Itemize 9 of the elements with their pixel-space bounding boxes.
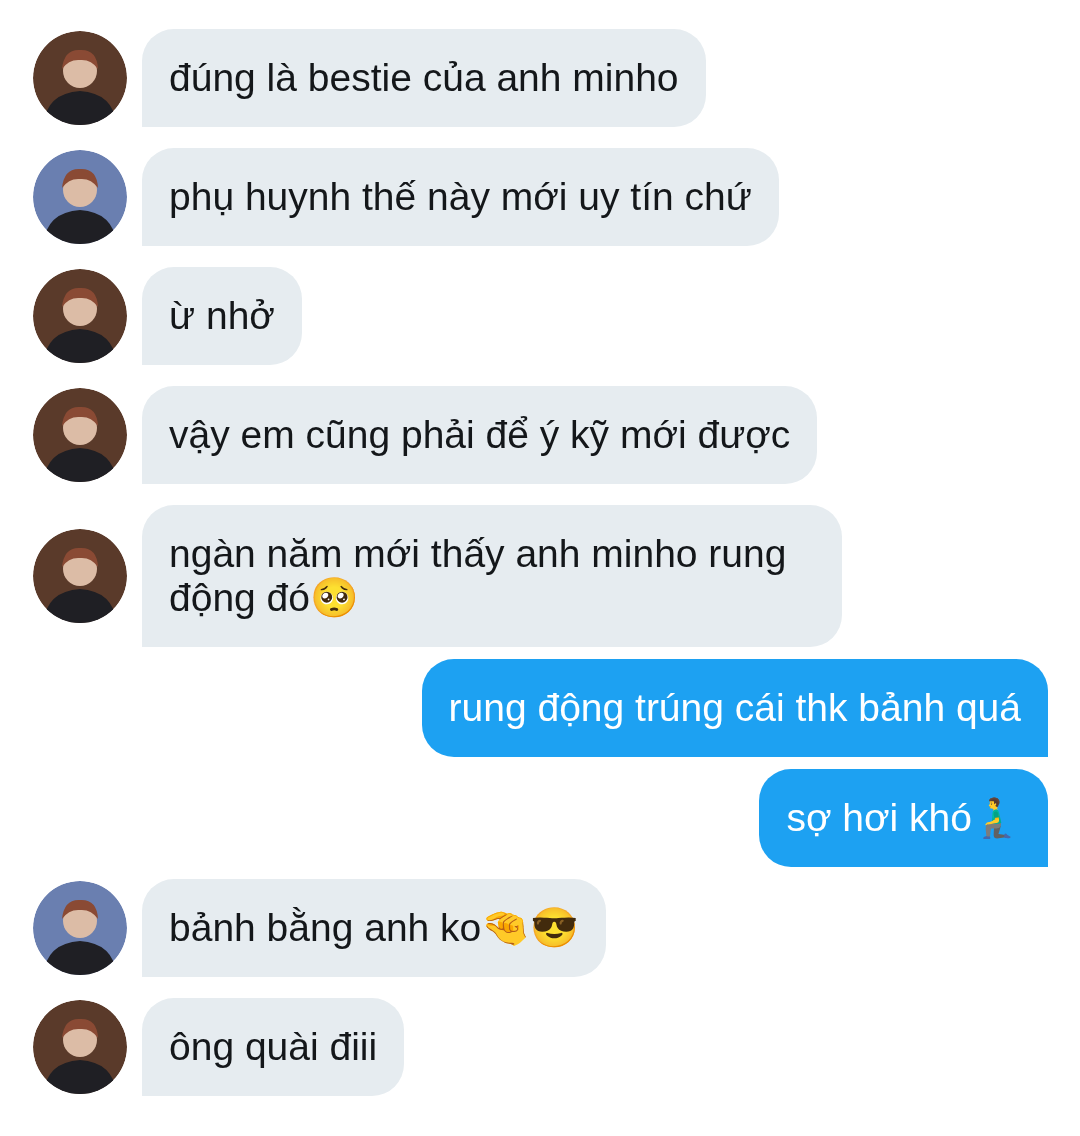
message-bubble: phụ huynh thế này mới uy tín chứ — [142, 148, 779, 246]
message-bubble: đúng là bestie của anh minho — [142, 29, 706, 127]
message-bubble: bảnh bằng anh ko🤏😎 — [142, 879, 607, 977]
message-bubble: sợ hơi khó🧎‍♂ — [759, 769, 1048, 867]
message-bubble: vậy em cũng phải để ý kỹ mới được — [142, 386, 818, 484]
message-bubble: ông quài điii — [142, 998, 405, 1096]
message-bubble: ừ nhở — [142, 267, 302, 365]
message-bubble: ngàn năm mới thấy anh minho rung động đó🥺 — [142, 505, 842, 647]
message-bubble: rung động trúng cái thk bảnh quá — [421, 659, 1048, 757]
